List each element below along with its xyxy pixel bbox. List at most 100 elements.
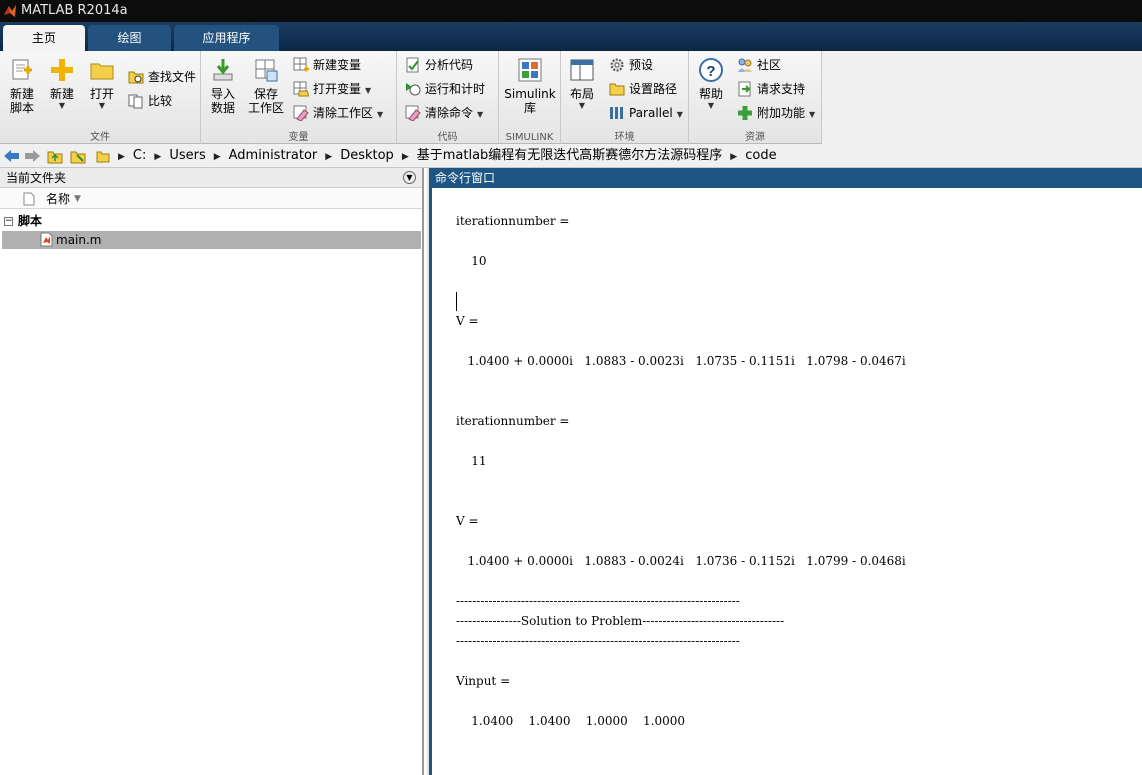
run-and-time-button[interactable]: 运行和计时 xyxy=(405,79,485,99)
browse-folder-icon[interactable] xyxy=(70,151,86,164)
save-workspace-icon xyxy=(255,59,278,82)
clear-commands-button[interactable]: 清除命令 ▼ xyxy=(405,103,483,123)
find-files-button[interactable]: 查找文件 xyxy=(128,67,196,87)
find-files-icon xyxy=(128,71,144,83)
output-line: 1.0400 + 0.0000i 1.0883 - 0.0023i 1.0735… xyxy=(456,354,906,368)
community-icon xyxy=(738,58,752,72)
breadcrumb-separator-icon: ▶ xyxy=(325,152,333,162)
panel-menu-icon[interactable]: ▼ xyxy=(403,171,416,184)
add-ons-button[interactable]: 附加功能 ▼ xyxy=(737,103,815,123)
svg-text:?: ? xyxy=(706,63,715,80)
resources-group-label: 资源 xyxy=(745,132,765,143)
breadcrumb-item[interactable]: C: xyxy=(133,148,146,163)
import-data-button[interactable]: 导入 数据 xyxy=(205,57,241,115)
chevron-down-icon: ▼ xyxy=(58,101,66,110)
name-column-header[interactable]: 名称 ▼ xyxy=(0,189,422,209)
forward-arrow-icon[interactable] xyxy=(25,150,40,162)
clear-workspace-icon xyxy=(293,105,309,121)
breadcrumb-item[interactable]: Users xyxy=(169,148,205,163)
file-group: 新建 脚本 新建 ▼ 打开 ▼ 查找文件 比较 文件 xyxy=(0,51,201,144)
file-group-label: 文件 xyxy=(90,132,110,143)
analyze-code-icon xyxy=(406,57,419,72)
parallel-icon xyxy=(610,106,623,119)
open-variable-icon xyxy=(293,81,309,96)
breadcrumb-item[interactable]: 基于matlab编程有无限迭代高斯赛德尔方法源码程序 xyxy=(417,148,723,163)
output-line: V = xyxy=(456,514,479,528)
breadcrumb-item[interactable]: Desktop xyxy=(340,148,394,163)
tab-apps[interactable]: 应用程序 xyxy=(174,25,279,51)
parallel-button[interactable]: Parallel ▼ xyxy=(609,103,683,123)
m-file-icon xyxy=(40,232,53,247)
plus-icon xyxy=(51,59,73,81)
new-variable-icon xyxy=(293,57,309,71)
title-bar: MATLAB R2014a xyxy=(0,0,1142,22)
open-variable-button[interactable]: 打开变量 ▼ xyxy=(293,79,371,99)
command-window: 命令行窗口 iterationnumber = 10 V = 1.0400 + … xyxy=(427,168,1142,775)
chevron-down-icon: ▼ xyxy=(578,101,586,110)
breadcrumb-separator-icon: ▶ xyxy=(154,152,162,162)
clear-commands-icon xyxy=(405,105,421,121)
breadcrumb-item[interactable]: code xyxy=(745,148,776,163)
clear-workspace-button[interactable]: 清除工作区 ▼ xyxy=(293,103,383,123)
preferences-button[interactable]: 预设 xyxy=(609,55,653,75)
chevron-down-icon: ▼ xyxy=(98,101,106,110)
breadcrumb-separator-icon: ▶ xyxy=(118,152,125,162)
import-icon xyxy=(213,59,233,81)
open-button[interactable]: 打开 ▼ xyxy=(84,57,120,111)
add-ons-icon xyxy=(738,105,752,120)
layout-button[interactable]: 布局 ▼ xyxy=(565,57,599,111)
up-folder-icon[interactable] xyxy=(47,151,63,164)
simulink-library-icon xyxy=(518,58,542,82)
output-line: ----------------------------------------… xyxy=(456,634,740,648)
compare-button[interactable]: 比较 xyxy=(128,91,172,111)
compare-icon xyxy=(128,94,143,108)
output-line: 11 xyxy=(456,454,487,468)
folder-icon xyxy=(96,151,110,162)
set-path-icon xyxy=(609,83,625,95)
request-support-button[interactable]: 请求支持 xyxy=(737,79,805,99)
file-item-main[interactable]: main.m xyxy=(2,231,421,249)
back-arrow-icon[interactable] xyxy=(4,150,19,162)
new-variable-button[interactable]: 新建变量 xyxy=(293,55,361,75)
resources-group: ? 帮助 ▼ 社区 请求支持 附加功能 ▼ 资源 xyxy=(689,51,822,144)
output-line: 10 xyxy=(456,254,487,268)
folder-icon xyxy=(90,63,114,80)
window-title: MATLAB R2014a xyxy=(21,3,128,18)
new-script-button[interactable]: 新建 脚本 xyxy=(4,57,40,115)
community-button[interactable]: 社区 xyxy=(737,55,781,75)
breadcrumb-item[interactable]: Administrator xyxy=(229,148,318,163)
chevron-down-icon: ▼ xyxy=(477,110,484,119)
variable-group: 导入 数据 保存 工作区 新建变量 打开变量 ▼ 清除工作区 ▼ 变量 xyxy=(201,51,397,144)
simulink-library-button[interactable]: Simulink 库 xyxy=(503,57,557,115)
output-line: 1.0400 + 0.0000i 1.0883 - 0.0024i 1.0736… xyxy=(456,554,906,568)
chevron-down-icon: ▼ xyxy=(707,101,715,110)
tab-plots[interactable]: 绘图 xyxy=(88,25,171,51)
chevron-down-icon: ▼ xyxy=(809,110,816,119)
simulink-group: Simulink 库 SIMULINK xyxy=(499,51,561,144)
chevron-down-icon: ▼ xyxy=(365,86,372,95)
collapse-icon[interactable]: − xyxy=(4,217,13,226)
address-bar: ▶ C: ▶ Users ▶ Administrator ▶ Desktop ▶ 基于matlab… xyxy=(0,144,1142,168)
run-and-time-icon xyxy=(406,82,421,95)
breadcrumb-separator-icon: ▶ xyxy=(401,152,409,162)
code-group: 分析代码 运行和计时 清除命令 ▼ 代码 xyxy=(397,51,499,144)
ribbon-tab-strip: 主页 绘图 应用程序 xyxy=(0,22,1142,51)
ribbon: 新建 脚本 新建 ▼ 打开 ▼ 查找文件 比较 文件 导入 数据 保存 工作区 … xyxy=(0,51,1142,144)
sort-arrow-icon: ▼ xyxy=(74,194,81,204)
nav-icons xyxy=(4,150,86,164)
tab-home[interactable]: 主页 xyxy=(3,25,85,51)
new-button[interactable]: 新建 ▼ xyxy=(44,57,80,111)
output-line: 1.0400 1.0400 1.0000 1.0000 xyxy=(456,714,685,728)
set-path-button[interactable]: 设置路径 xyxy=(609,79,677,99)
code-group-label: 代码 xyxy=(437,132,458,143)
chevron-down-icon: ▼ xyxy=(377,110,384,119)
help-icon: ? xyxy=(699,58,723,82)
analyze-code-button[interactable]: 分析代码 xyxy=(405,55,473,75)
save-workspace-button[interactable]: 保存 工作区 xyxy=(245,57,287,115)
help-button[interactable]: ? 帮助 ▼ xyxy=(695,57,727,111)
scripts-group[interactable]: − 脚本 xyxy=(4,213,42,229)
command-window-body[interactable]: iterationnumber = 10 V = 1.0400 + 0.0000… xyxy=(429,188,1142,775)
output-line: iterationnumber = xyxy=(456,214,570,228)
gear-icon xyxy=(610,58,624,71)
output-line: V = xyxy=(456,314,479,328)
